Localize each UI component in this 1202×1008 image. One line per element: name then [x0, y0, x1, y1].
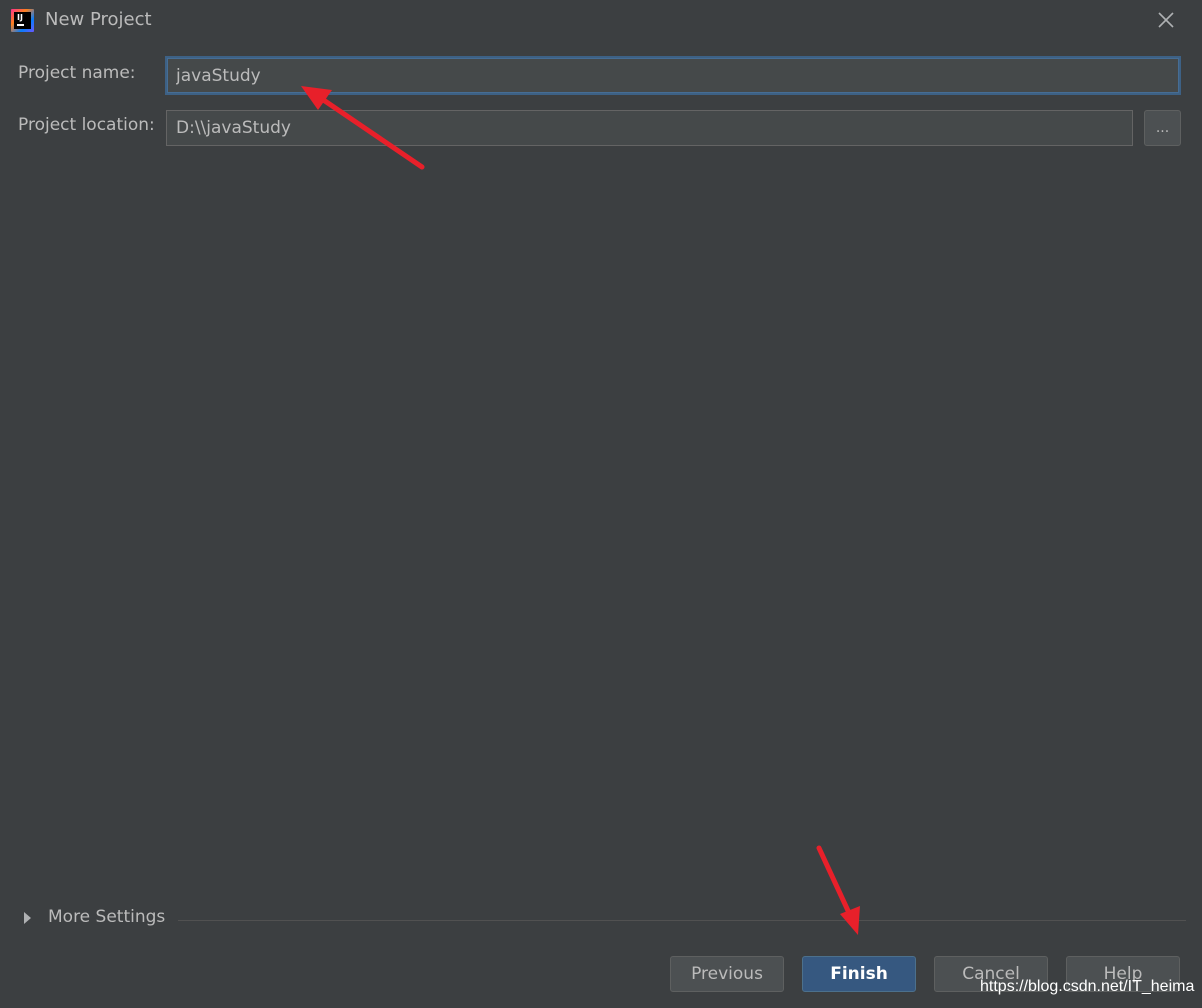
previous-button[interactable]: Previous — [670, 956, 784, 992]
project-location-label: Project location: — [18, 115, 155, 135]
divider — [178, 920, 1186, 921]
browse-location-button[interactable]: ... — [1144, 110, 1181, 146]
triangle-right-icon — [24, 912, 31, 924]
project-location-input[interactable] — [166, 110, 1133, 146]
window-title: New Project — [45, 9, 152, 30]
close-icon[interactable] — [1154, 8, 1178, 32]
project-name-label: Project name: — [18, 63, 136, 83]
arrow-to-finish-button — [816, 845, 860, 935]
project-name-input[interactable] — [165, 56, 1181, 95]
annotation-arrows — [301, 86, 860, 935]
new-project-dialog: IJ New Project Project name: Project loc… — [0, 0, 1202, 1008]
title-bar: IJ New Project — [0, 0, 1202, 42]
more-settings-label: More Settings — [48, 907, 166, 927]
watermark-text: https://blog.csdn.net/IT_heima — [980, 978, 1195, 995]
finish-button[interactable]: Finish — [802, 956, 916, 992]
intellij-idea-icon: IJ — [11, 9, 34, 32]
